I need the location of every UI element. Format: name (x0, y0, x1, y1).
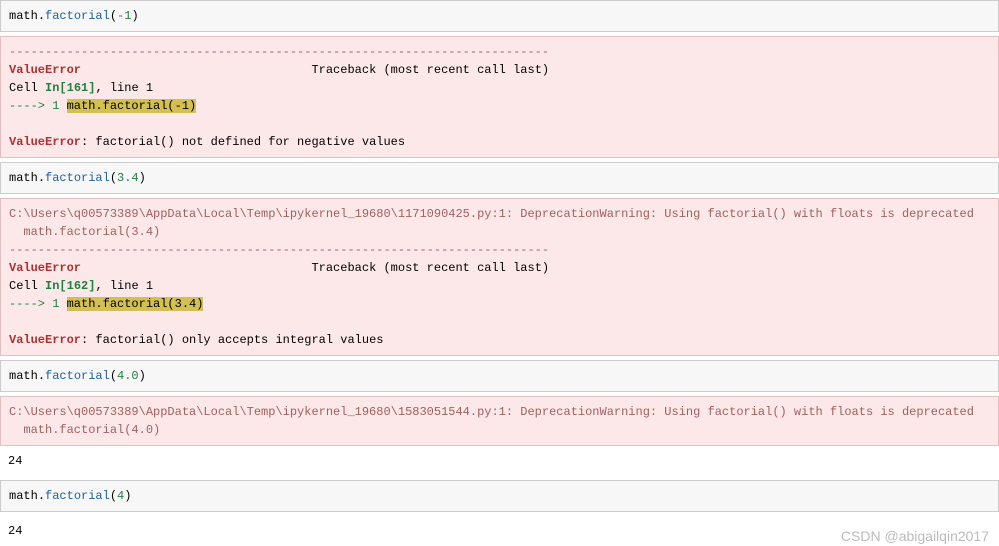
in-label: In[162] (45, 279, 95, 293)
code-token-method: factorial (45, 171, 110, 185)
output-value: 24 (8, 454, 22, 468)
line-label: , line 1 (95, 279, 153, 293)
traceback-label: Traceback (most recent call last) (311, 63, 549, 77)
code-token-num: 4.0 (117, 369, 139, 383)
error-dashes: ----------------------------------------… (9, 45, 549, 59)
error-type: ValueError (9, 261, 81, 275)
error-type: ValueError (9, 63, 81, 77)
warning-path: C:\Users\q00573389\AppData\Local\Temp\ip… (9, 207, 974, 221)
error-arrow: ----> 1 (9, 297, 67, 311)
input-cell[interactable]: math.factorial(3.4) (0, 162, 999, 194)
output-cell[interactable]: 24 (0, 516, 999, 546)
traceback-label: Traceback (most recent call last) (311, 261, 549, 275)
code-token-num: 1 (124, 9, 131, 23)
code-token-module: math (9, 171, 38, 185)
warning-code: math.factorial(3.4) (9, 225, 160, 239)
cell-label: Cell (9, 279, 45, 293)
output-value: 24 (8, 524, 22, 538)
code-token-num: 4 (117, 489, 124, 503)
code-token-num: 3.4 (117, 171, 139, 185)
input-cell[interactable]: math.factorial(-1) (0, 0, 999, 32)
code-token-method: factorial (45, 489, 110, 503)
output-cell[interactable]: 24 (0, 446, 999, 476)
error-output[interactable]: C:\Users\q00573389\AppData\Local\Temp\ip… (0, 198, 999, 356)
error-msg-text: : factorial() only accepts integral valu… (81, 333, 383, 347)
code-token-module: math (9, 9, 38, 23)
error-output[interactable]: ----------------------------------------… (0, 36, 999, 158)
code-token-method: factorial (45, 369, 110, 383)
input-cell[interactable]: math.factorial(4) (0, 480, 999, 512)
code-token-module: math (9, 489, 38, 503)
error-arrow: ----> 1 (9, 99, 67, 113)
cell-label: Cell (9, 81, 45, 95)
line-label: , line 1 (95, 81, 153, 95)
in-label: In[161] (45, 81, 95, 95)
code-token-module: math (9, 369, 38, 383)
error-highlight: math.factorial(-1) (67, 99, 197, 113)
warning-code: math.factorial(4.0) (9, 423, 160, 437)
input-cell[interactable]: math.factorial(4.0) (0, 360, 999, 392)
error-msg-type: ValueError (9, 333, 81, 347)
warning-output[interactable]: C:\Users\q00573389\AppData\Local\Temp\ip… (0, 396, 999, 446)
error-dashes: ----------------------------------------… (9, 243, 549, 257)
error-highlight: math.factorial(3.4) (67, 297, 204, 311)
error-msg-type: ValueError (9, 135, 81, 149)
warning-path: C:\Users\q00573389\AppData\Local\Temp\ip… (9, 405, 974, 419)
code-token-method: factorial (45, 9, 110, 23)
error-msg-text: : factorial() not defined for negative v… (81, 135, 405, 149)
